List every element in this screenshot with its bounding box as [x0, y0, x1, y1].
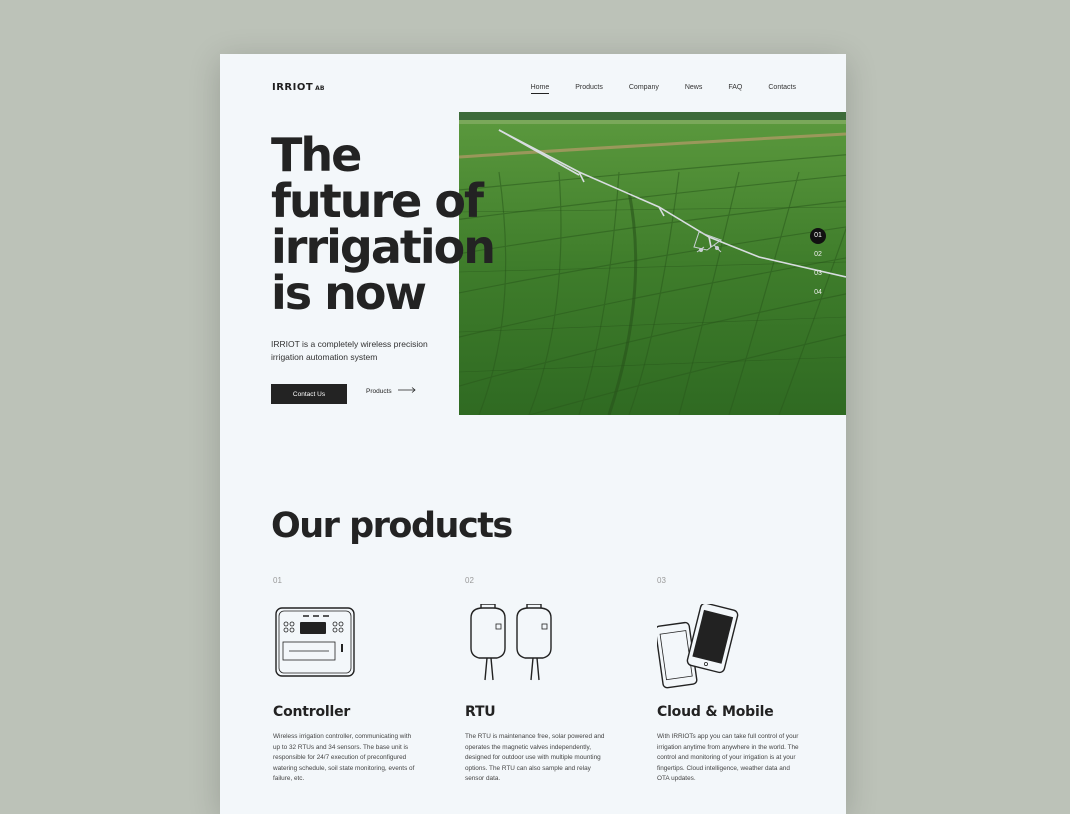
- product-description: Wireless irrigation controller, communic…: [273, 733, 415, 782]
- product-card-rtu[interactable]: 02 RTU The RTU is maintenance free, sola…: [465, 576, 657, 785]
- product-name: RTU: [465, 704, 496, 720]
- slide-indicator-2[interactable]: 02: [810, 247, 826, 263]
- nav-news[interactable]: News: [685, 84, 703, 94]
- nav-home[interactable]: Home: [530, 84, 550, 94]
- product-number: 03: [657, 576, 666, 585]
- slide-indicator-4[interactable]: 04: [810, 285, 826, 301]
- hero-title: The future of irrigation is now: [271, 128, 496, 320]
- slide-indicator-1[interactable]: 01: [810, 228, 826, 244]
- product-card-controller[interactable]: 01 Controller Wireless irrigation contro…: [273, 576, 465, 785]
- arrow-right-icon: [397, 387, 416, 395]
- controller-icon: [273, 604, 465, 694]
- nav-faq[interactable]: FAQ: [728, 84, 742, 94]
- landing-page: IRRIOT AB Home Products Company News FAQ …: [220, 54, 846, 814]
- hero-subtitle: IRRIOT is a completely wireless precisio…: [271, 339, 428, 362]
- slide-indicator-3[interactable]: 03: [810, 266, 826, 282]
- product-description: The RTU is maintenance free, solar power…: [465, 733, 605, 782]
- slide-indicators: 01 02 03 04: [810, 228, 826, 304]
- logo-text: IRRIOT: [272, 82, 314, 93]
- product-number: 01: [273, 576, 282, 585]
- product-description: With IRRIOTs app you can take full contr…: [657, 733, 799, 782]
- product-list: 01 Controller Wireless irrigation contro…: [273, 576, 846, 785]
- section-title: Our products: [271, 506, 513, 546]
- rtu-icon: [465, 603, 657, 694]
- products-link[interactable]: Products: [366, 387, 416, 395]
- products-link-label: Products: [366, 387, 392, 395]
- product-number: 02: [465, 576, 474, 585]
- nav-products[interactable]: Products: [575, 84, 603, 94]
- product-card-cloud-mobile[interactable]: 03 Cloud & Mobile With IRRIOTs app you c…: [654, 576, 846, 785]
- contact-us-button[interactable]: Contact Us: [271, 384, 347, 404]
- logo[interactable]: IRRIOT AB: [272, 82, 324, 93]
- mobile-devices-icon: [654, 602, 846, 694]
- nav-contacts[interactable]: Contacts: [768, 84, 796, 94]
- product-name: Controller: [273, 704, 351, 720]
- product-name: Cloud & Mobile: [657, 704, 774, 720]
- main-nav: Home Products Company News FAQ Contacts: [505, 84, 796, 94]
- nav-company[interactable]: Company: [629, 84, 659, 94]
- logo-suffix: AB: [315, 85, 325, 92]
